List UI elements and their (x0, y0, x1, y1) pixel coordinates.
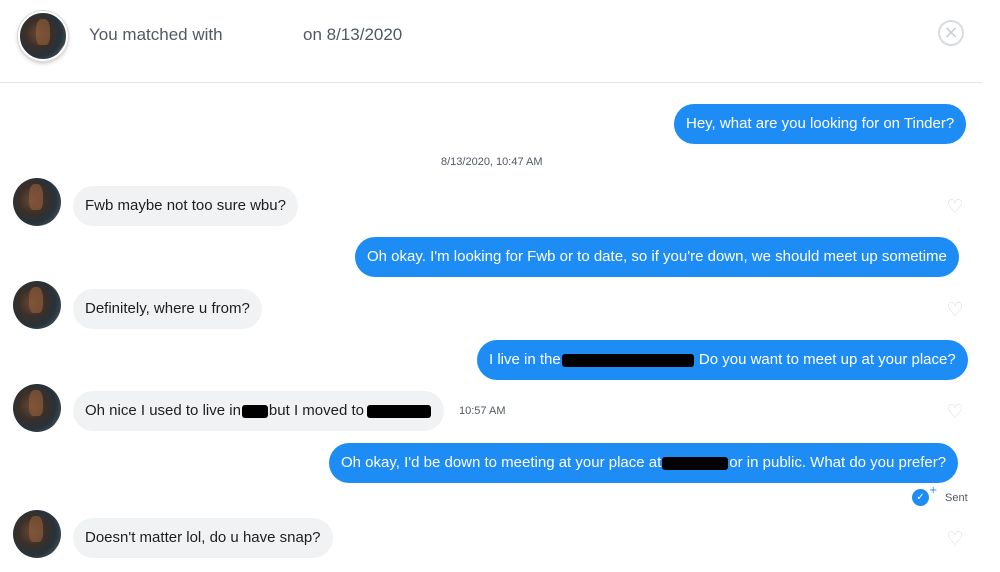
message-text: Fwb maybe not too sure wbu? (85, 197, 286, 214)
message-text: Doesn't matter lol, do u have snap? (85, 529, 321, 546)
message-text: Oh okay. I'm looking for Fwb or to date,… (367, 248, 947, 265)
match-prefix-text: You matched with (89, 25, 223, 44)
heart-icon[interactable]: ♡ (945, 529, 965, 549)
message-text-after: or in public. What do you prefer? (729, 454, 947, 471)
heart-icon[interactable]: ♡ (945, 402, 965, 422)
close-icon[interactable]: × (938, 20, 964, 46)
heart-icon[interactable]: ♡ (945, 197, 965, 217)
message-time: 10:57 AM (459, 405, 506, 417)
match-date-text: on 8/13/2020 (303, 25, 403, 44)
message-bubble-received[interactable]: Oh nice I used to live in but I moved to (73, 391, 444, 431)
message-bubble-sent[interactable]: Hey, what are you looking for on Tinder? (674, 104, 967, 144)
message-bubble-received[interactable]: Doesn't matter lol, do u have snap? (73, 518, 333, 558)
match-avatar[interactable] (18, 11, 68, 61)
plus-icon: + (929, 485, 938, 496)
redaction-bar (662, 456, 729, 470)
double-check-icon: ✓ (912, 489, 929, 506)
message-text-before: Oh okay, I'd be down to meeting at your … (341, 454, 662, 471)
message-text: Definitely, where u from? (85, 300, 250, 317)
sent-label: Sent (945, 492, 968, 504)
message-bubble-sent[interactable]: Oh okay, I'd be down to meeting at your … (329, 443, 959, 483)
message-text: Hey, what are you looking for on Tinder? (686, 115, 955, 132)
message-text-before: I live in the (489, 351, 561, 368)
message-timestamp: 8/13/2020, 10:47 AM (441, 156, 543, 168)
message-bubble-sent[interactable]: Oh okay. I'm looking for Fwb or to date,… (355, 237, 959, 277)
message-text-part-1: Oh nice I used to live in (85, 402, 241, 419)
match-header: You matched with on 8/13/2020 × (0, 0, 982, 83)
message-bubble-received[interactable]: Fwb maybe not too sure wbu? (73, 186, 298, 226)
sender-avatar[interactable] (13, 384, 61, 432)
sender-avatar[interactable] (13, 178, 61, 226)
message-text-part-2: but I moved to (268, 402, 364, 419)
redaction-bar (241, 404, 268, 418)
redaction-bar (561, 353, 694, 367)
message-bubble-sent[interactable]: I live in the Do you want to meet up at … (477, 340, 968, 380)
heart-icon[interactable]: ♡ (945, 300, 965, 320)
message-text-after: Do you want to meet up at your place? (694, 351, 956, 368)
message-bubble-received[interactable]: Definitely, where u from? (73, 289, 262, 329)
redaction-bar (366, 404, 431, 418)
sender-avatar[interactable] (13, 510, 61, 558)
sender-avatar[interactable] (13, 281, 61, 329)
